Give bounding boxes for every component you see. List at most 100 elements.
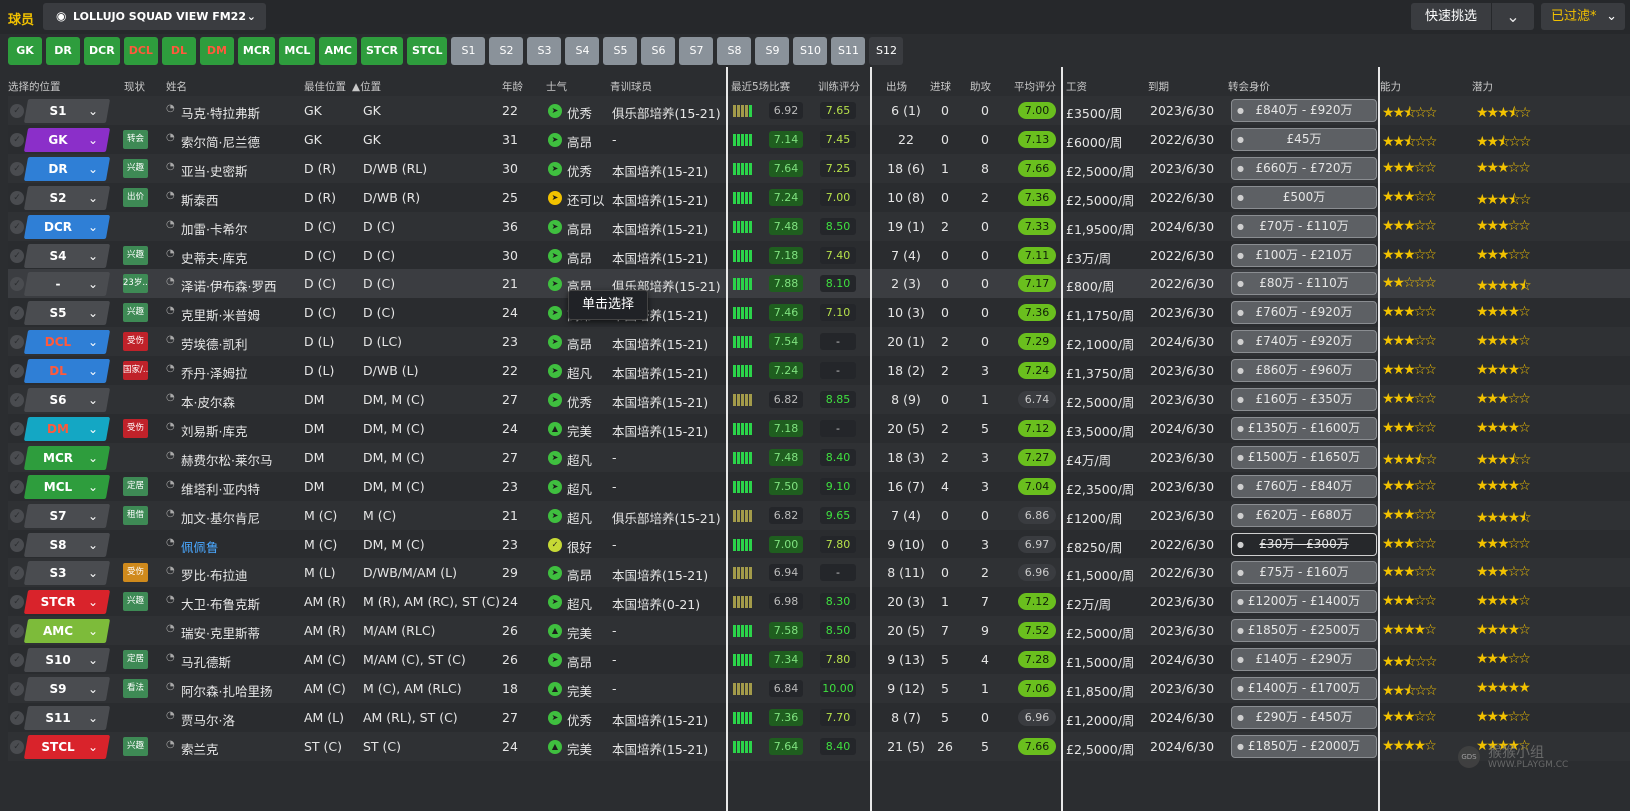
table-row[interactable]: ✓ DL ⌄ 国家/... ◔ 乔丹·泽姆拉 D (L) D/WB (L) 22… <box>8 356 1630 386</box>
select-checkbox[interactable]: ✓ <box>10 653 24 668</box>
table-row[interactable]: ✓ MCR ⌄ ◔ 赫费尔松·莱尔马 DM DM, M (C) 27 ➤ 超凡 … <box>8 442 1630 472</box>
col-assists[interactable]: 助攻 <box>970 79 991 94</box>
select-checkbox[interactable]: ✓ <box>10 393 24 407</box>
quick-pick-button[interactable]: 快速挑选 <box>1411 3 1491 30</box>
position-button[interactable]: MCR <box>237 37 276 65</box>
col-status[interactable]: 现状 <box>124 79 145 94</box>
select-checkbox[interactable]: ✓ <box>10 190 24 205</box>
select-checkbox[interactable]: ✓ <box>10 566 24 581</box>
transfer-value[interactable]: ● £70万 - £110万 <box>1231 214 1377 238</box>
position-button[interactable]: S3 <box>527 37 562 65</box>
status-badge[interactable]: 出价 <box>123 187 148 207</box>
status-badge[interactable]: 兴趣 <box>123 158 148 178</box>
col-selected-position[interactable]: 选择的位置 <box>8 79 61 94</box>
col-potential[interactable]: 潜力 <box>1472 79 1493 94</box>
transfer-value[interactable]: ● £500万 <box>1231 185 1377 209</box>
position-button[interactable]: S6 <box>641 37 676 65</box>
player-name[interactable]: 刘易斯·库克 <box>181 421 247 440</box>
status-badge[interactable]: 转会 <box>123 129 148 149</box>
table-row[interactable]: ✓ DCL ⌄ 受伤 ◔ 劳埃德·凯利 D (L) D (LC) 23 ➤ 高昂… <box>8 327 1630 357</box>
select-checkbox[interactable]: ✓ <box>10 710 24 725</box>
select-checkbox[interactable]: ✓ <box>10 364 24 379</box>
table-row[interactable]: ✓ MCL ⌄ 定居 ◔ 维塔利·亚内特 DM DM, M (C) 23 ➤ 超… <box>8 471 1630 501</box>
position-button[interactable]: S8 <box>717 37 752 65</box>
position-button[interactable]: S10 <box>793 37 828 65</box>
select-checkbox[interactable]: ✓ <box>10 421 24 436</box>
status-badge[interactable]: 受伤 <box>123 563 148 583</box>
player-name[interactable]: 马孔德斯 <box>181 652 231 671</box>
player-name[interactable]: 加文·基尔肯尼 <box>181 508 260 527</box>
player-name[interactable]: 佩佩鲁 <box>181 537 219 556</box>
status-badge[interactable]: 兴趣 <box>123 592 148 612</box>
transfer-value[interactable]: ● £30万 - £300万 <box>1231 532 1377 556</box>
transfer-value[interactable]: ● £75万 - £160万 <box>1231 561 1377 585</box>
player-name[interactable]: 阿尔森·扎哈里扬 <box>181 681 272 700</box>
transfer-value[interactable]: ● £1500万 - £1650万 <box>1231 445 1377 469</box>
player-name[interactable]: 贾马尔·洛 <box>181 710 235 729</box>
select-checkbox[interactable]: ✓ <box>10 219 24 234</box>
col-position[interactable]: ▲位置 <box>352 79 381 94</box>
table-row[interactable]: ✓ S7 ⌄ 租借 ◔ 加文·基尔肯尼 M (C) M (C) 21 ➤ 超凡 … <box>8 500 1630 530</box>
transfer-value[interactable]: ● £160万 - £350万 <box>1231 388 1377 411</box>
transfer-value[interactable]: ● £660万 - £720万 <box>1231 156 1377 180</box>
select-checkbox[interactable]: ✓ <box>10 306 24 321</box>
select-checkbox[interactable]: ✓ <box>10 537 24 552</box>
player-name[interactable]: 克里斯·米普姆 <box>181 305 260 324</box>
transfer-value[interactable]: ● £290万 - £450万 <box>1231 705 1377 729</box>
status-badge[interactable]: 看法 <box>123 679 148 698</box>
table-row[interactable]: ✓ S6 ⌄ ◔ 本·皮尔森 DM DM, M (C) 27 ➤ 优秀 本国培养… <box>8 385 1630 414</box>
player-name[interactable]: 瑞安·克里斯蒂 <box>181 623 260 642</box>
status-badge[interactable]: 受伤 <box>123 332 148 352</box>
select-checkbox[interactable]: ✓ <box>10 450 24 465</box>
table-row[interactable]: ✓ S2 ⌄ 出价 ◔ 斯泰西 D (R) D/WB (R) 25 ➤ 还可以 … <box>8 182 1630 212</box>
table-row[interactable]: ✓ AMC ⌄ ◔ 瑞安·克里斯蒂 AM (R) M/AM (RLC) 26 ▲… <box>8 616 1630 646</box>
col-goals[interactable]: 进球 <box>930 79 951 94</box>
table-row[interactable]: ✓ - ⌄ 23岁... ◔ 泽诺·伊布森·罗西 D (C) D (C) 21 … <box>8 269 1630 299</box>
player-name[interactable]: 泽诺·伊布森·罗西 <box>181 276 276 295</box>
table-row[interactable]: ✓ S11 ⌄ ◔ 贾马尔·洛 AM (L) AM (RL), ST (C) 2… <box>8 702 1630 732</box>
player-name[interactable]: 亚当·史密斯 <box>181 161 247 180</box>
player-name[interactable]: 赫费尔松·莱尔马 <box>181 450 272 469</box>
select-checkbox[interactable]: ✓ <box>10 277 24 292</box>
position-button[interactable]: STCR <box>360 37 403 65</box>
position-button[interactable]: S2 <box>489 37 524 65</box>
transfer-value[interactable]: ● £1850万 - £2500万 <box>1231 619 1377 643</box>
transfer-value[interactable]: ● £45万 <box>1231 127 1377 151</box>
table-row[interactable]: ✓ DCR ⌄ ◔ 加雷·卡希尔 D (C) D (C) 36 ➤ 高昂 本国培… <box>8 211 1630 241</box>
col-transfer-value[interactable]: 转会身价 <box>1228 79 1270 94</box>
select-checkbox[interactable]: ✓ <box>10 132 24 147</box>
transfer-value[interactable]: ● £100万 - £210万 <box>1231 243 1377 267</box>
position-button[interactable]: S1 <box>451 37 486 65</box>
player-name[interactable]: 罗比·布拉迪 <box>181 565 247 584</box>
select-checkbox[interactable]: ✓ <box>10 624 24 639</box>
position-button[interactable]: S12 <box>869 37 904 65</box>
position-button[interactable]: S5 <box>603 37 638 65</box>
player-name[interactable]: 劳埃德·凯利 <box>181 334 247 353</box>
transfer-value[interactable]: ● £860万 - £960万 <box>1231 359 1377 383</box>
position-button[interactable]: AMC <box>319 37 357 65</box>
transfer-value[interactable]: ● £1350万 - £1600万 <box>1231 416 1377 440</box>
col-expires[interactable]: 到期 <box>1148 79 1169 94</box>
table-row[interactable]: ✓ S8 ⌄ ◔ 佩佩鲁 M (C) DM, M (C) 23 ✓ 很好 - 7… <box>8 529 1630 559</box>
select-checkbox[interactable]: ✓ <box>10 508 24 523</box>
col-wage[interactable]: 工资 <box>1066 79 1087 94</box>
col-name[interactable]: 姓名 <box>166 79 187 94</box>
filter-button[interactable]: 已过滤* ⌄ <box>1541 3 1625 30</box>
transfer-value[interactable]: ● £140万 - £290万 <box>1231 648 1377 672</box>
player-name[interactable]: 乔丹·泽姆拉 <box>181 363 247 382</box>
col-morale[interactable]: 士气 <box>546 79 567 94</box>
player-name[interactable]: 史蒂夫·库克 <box>181 248 247 267</box>
col-ability[interactable]: 能力 <box>1380 79 1401 94</box>
position-button[interactable]: DCR <box>84 37 120 65</box>
table-row[interactable]: ✓ GK ⌄ 转会 ◔ 索尔简·尼兰德 GK GK 31 ➤ 高昂 - 7.14… <box>8 124 1630 154</box>
status-badge[interactable]: 定居 <box>123 476 148 496</box>
status-badge[interactable]: 兴趣 <box>123 736 148 756</box>
position-button[interactable]: STCL <box>406 37 448 65</box>
player-name[interactable]: 斯泰西 <box>181 190 219 209</box>
transfer-value[interactable]: ● £620万 - £680万 <box>1231 503 1377 527</box>
col-form[interactable]: 最近5场比赛 <box>731 79 790 94</box>
table-row[interactable]: ✓ STCL ⌄ 兴趣 ◔ 索兰克 ST (C) ST (C) 24 ▲ 完美 … <box>8 731 1630 761</box>
position-button[interactable]: GK <box>8 37 42 65</box>
table-row[interactable]: ✓ S3 ⌄ 受伤 ◔ 罗比·布拉迪 M (L) D/WB/M/AM (L) 2… <box>8 558 1630 588</box>
position-button[interactable]: S9 <box>755 37 790 65</box>
